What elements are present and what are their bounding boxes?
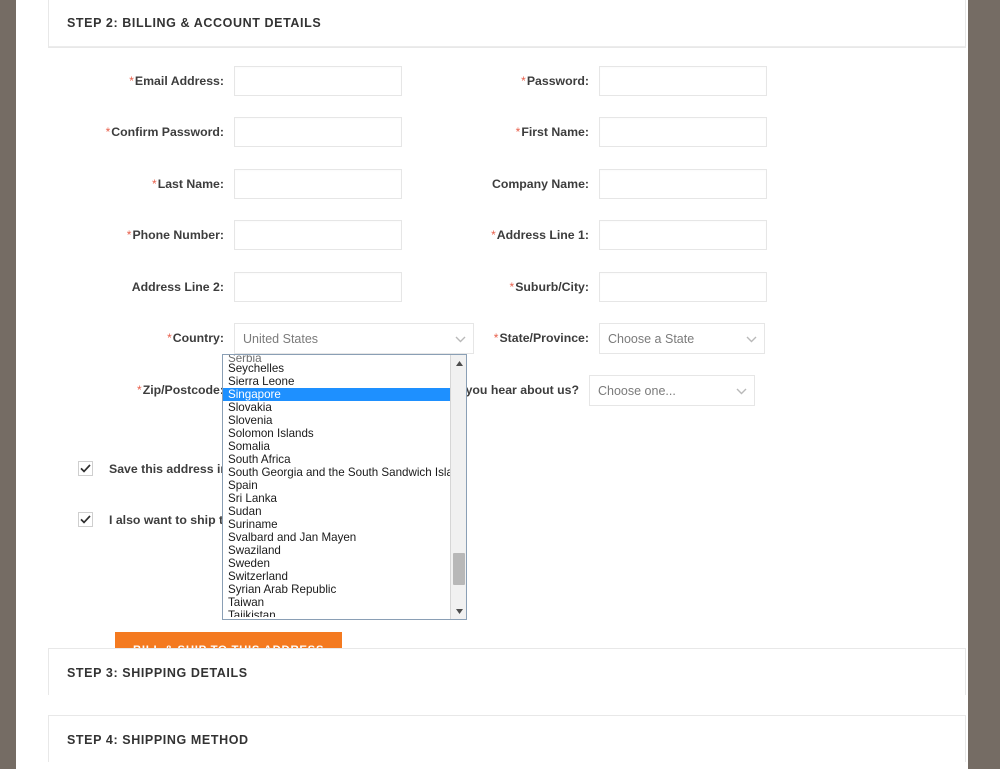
address-line-2-field[interactable] bbox=[234, 272, 402, 302]
field-row-confirm-password: *Confirm Password: bbox=[48, 117, 402, 147]
list-item[interactable]: Svalbard and Jan Mayen bbox=[223, 531, 451, 544]
first-name-field[interactable] bbox=[599, 117, 767, 147]
hear-about-us-select-value: Choose one... bbox=[598, 383, 676, 398]
address-line-1-label: *Address Line 1: bbox=[491, 228, 589, 242]
country-dropdown-scrollbar[interactable] bbox=[450, 355, 466, 619]
list-item[interactable]: Sierra Leone bbox=[223, 375, 451, 388]
email-label: *Email Address: bbox=[129, 74, 224, 88]
hear-about-us-select[interactable]: Choose one... bbox=[589, 375, 755, 406]
list-item[interactable]: Swaziland bbox=[223, 544, 451, 557]
first-name-label: *First Name: bbox=[515, 125, 589, 139]
list-item[interactable]: Somalia bbox=[223, 440, 451, 453]
password-label: *Password: bbox=[521, 74, 589, 88]
list-item[interactable]: South Georgia and the South Sandwich Isl… bbox=[223, 466, 451, 479]
field-row-address-line-1: *Address Line 1: bbox=[413, 220, 767, 250]
zip-postcode-label: *Zip/Postcode: bbox=[137, 383, 224, 397]
step3-panel[interactable]: STEP 3: SHIPPING DETAILS bbox=[48, 648, 966, 697]
phone-number-label: *Phone Number: bbox=[126, 228, 224, 242]
country-option-list[interactable]: Serbia Seychelles Sierra Leone Singapore… bbox=[223, 355, 451, 619]
step2-title: STEP 2: BILLING & ACCOUNT DETAILS bbox=[67, 15, 322, 30]
step3-header[interactable]: STEP 3: SHIPPING DETAILS bbox=[49, 649, 965, 697]
step4-header[interactable]: STEP 4: SHIPPING METHOD bbox=[49, 716, 965, 764]
scrollbar-thumb[interactable] bbox=[453, 553, 465, 585]
state-province-select-value: Choose a State bbox=[608, 331, 695, 346]
list-item[interactable]: Sweden bbox=[223, 557, 451, 570]
list-item[interactable]: Solomon Islands bbox=[223, 427, 451, 440]
required-marker-zip-postcode: * bbox=[137, 383, 142, 397]
step2-panel: STEP 2: BILLING & ACCOUNT DETAILS bbox=[48, 0, 966, 48]
required-marker-phone-number: * bbox=[126, 228, 132, 242]
confirm-password-field[interactable] bbox=[234, 117, 402, 147]
list-item[interactable]: Slovakia bbox=[223, 401, 451, 414]
field-row-password: *Password: bbox=[413, 66, 767, 96]
required-marker-address-line-1: * bbox=[491, 228, 496, 242]
list-item[interactable]: Tajikistan bbox=[223, 609, 451, 617]
step4-panel[interactable]: STEP 4: SHIPPING METHOD bbox=[48, 715, 966, 764]
chevron-down-icon bbox=[746, 336, 757, 342]
ship-to-address-checkbox[interactable] bbox=[78, 512, 93, 527]
field-row-email: *Email Address: bbox=[48, 66, 402, 96]
password-field[interactable] bbox=[599, 66, 767, 96]
step3-title: STEP 3: SHIPPING DETAILS bbox=[67, 666, 248, 680]
field-row-last-name: *Last Name: bbox=[48, 169, 402, 199]
address-line-1-field[interactable] bbox=[599, 220, 767, 250]
field-row-state-province: *State/Province: Choose a State bbox=[413, 323, 765, 354]
email-field[interactable] bbox=[234, 66, 402, 96]
field-row-first-name: *First Name: bbox=[413, 117, 767, 147]
list-item[interactable]: Serbia bbox=[223, 355, 451, 362]
step2-header[interactable]: STEP 2: BILLING & ACCOUNT DETAILS bbox=[49, 0, 965, 47]
checkmark-icon bbox=[80, 515, 91, 524]
country-label: *Country: bbox=[167, 331, 224, 345]
address-line-2-label: Address Line 2: bbox=[131, 280, 224, 294]
state-province-select[interactable]: Choose a State bbox=[599, 323, 765, 354]
country-select-value: United States bbox=[243, 331, 319, 346]
list-item[interactable]: Sri Lanka bbox=[223, 492, 451, 505]
list-item[interactable]: Seychelles bbox=[223, 362, 451, 375]
field-row-suburb-city: *Suburb/City: bbox=[413, 272, 767, 302]
last-name-field[interactable] bbox=[234, 169, 402, 199]
suburb-city-field[interactable] bbox=[599, 272, 767, 302]
step4-title: STEP 4: SHIPPING METHOD bbox=[67, 733, 249, 747]
phone-number-field[interactable] bbox=[234, 220, 402, 250]
list-item[interactable]: Sudan bbox=[223, 505, 451, 518]
list-item[interactable]: Spain bbox=[223, 479, 451, 492]
required-marker-password: * bbox=[521, 74, 526, 88]
list-item[interactable]: Slovenia bbox=[223, 414, 451, 427]
field-row-phone-number: *Phone Number: bbox=[48, 220, 402, 250]
checkmark-icon bbox=[80, 464, 91, 473]
confirm-password-label: *Confirm Password: bbox=[105, 125, 224, 139]
required-marker-state-province: * bbox=[493, 331, 499, 345]
field-row-country: *Country: United States bbox=[48, 323, 474, 354]
required-marker-confirm-password: * bbox=[105, 125, 111, 139]
list-item[interactable]: Switzerland bbox=[223, 570, 451, 583]
required-marker-email: * bbox=[129, 74, 134, 88]
page-root: STEP 2: BILLING & ACCOUNT DETAILS *Email… bbox=[0, 0, 1000, 769]
list-item[interactable]: South Africa bbox=[223, 453, 451, 466]
country-dropdown-listbox[interactable]: Serbia Seychelles Sierra Leone Singapore… bbox=[222, 354, 467, 620]
billing-form: *Email Address: *Password: *Confirm Pass… bbox=[48, 52, 966, 667]
scroll-up-arrow-icon[interactable] bbox=[451, 355, 466, 371]
list-item-selected[interactable]: Singapore bbox=[223, 388, 451, 401]
state-province-label: *State/Province: bbox=[493, 331, 589, 345]
field-row-company-name: Company Name: bbox=[413, 169, 767, 199]
list-item[interactable]: Suriname bbox=[223, 518, 451, 531]
company-name-label: Company Name: bbox=[491, 177, 589, 191]
last-name-label: *Last Name: bbox=[152, 177, 224, 191]
chevron-down-icon bbox=[736, 388, 747, 394]
field-row-address-line-2: Address Line 2: bbox=[48, 272, 402, 302]
required-marker-last-name: * bbox=[152, 177, 157, 191]
company-name-field[interactable] bbox=[599, 169, 767, 199]
required-marker-country: * bbox=[167, 331, 172, 345]
required-marker-first-name: * bbox=[515, 125, 521, 139]
save-address-checkbox[interactable] bbox=[78, 461, 93, 476]
suburb-city-label: *Suburb/City: bbox=[509, 280, 589, 294]
list-item[interactable]: Syrian Arab Republic bbox=[223, 583, 451, 596]
required-marker-suburb-city: * bbox=[509, 280, 515, 294]
scroll-down-arrow-icon[interactable] bbox=[451, 603, 466, 619]
list-item[interactable]: Taiwan bbox=[223, 596, 451, 609]
